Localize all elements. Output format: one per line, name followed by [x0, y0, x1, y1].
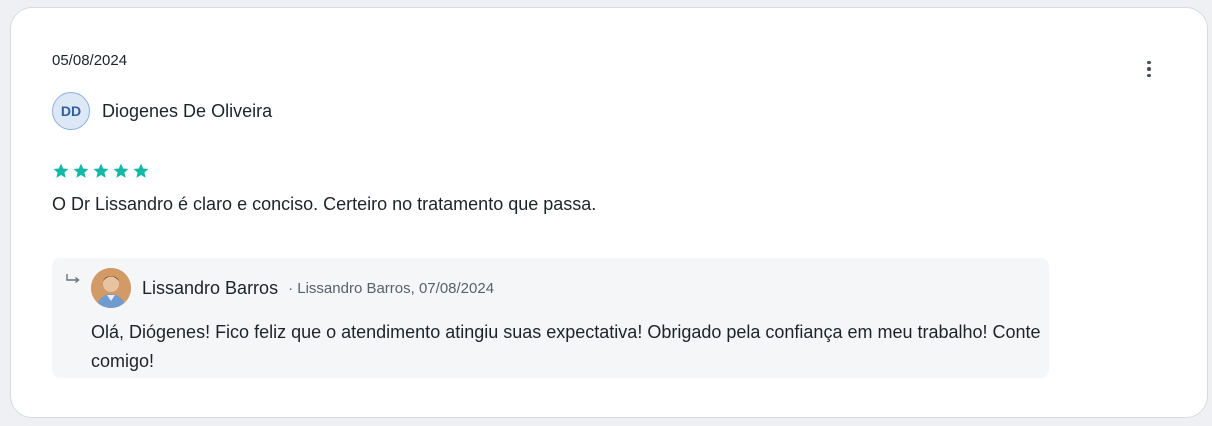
review-card: 05/08/2024 DD Diogenes De Oliveira O Dr …	[10, 7, 1208, 418]
doctor-reply: Lissandro Barros · Lissandro Barros, 07/…	[52, 258, 1049, 378]
author-avatar: DD	[52, 92, 90, 130]
reply-text: Olá, Diógenes! Fico feliz que o atendime…	[91, 322, 1041, 371]
review-date: 05/08/2024	[52, 52, 128, 69]
reply-meta: · Lissandro Barros, 07/08/2024	[288, 279, 495, 297]
menu-dot	[1147, 73, 1151, 78]
more-vertical-icon[interactable]	[1139, 58, 1159, 80]
star-icon	[93, 163, 109, 178]
reply-avatar	[91, 268, 131, 308]
reply-arrow-icon	[66, 274, 80, 284]
reply-author-name: Lissandro Barros	[142, 277, 279, 298]
reply-header: Lissandro Barros · Lissandro Barros, 07/…	[91, 268, 494, 308]
star-rating	[52, 162, 150, 180]
star-icon	[113, 163, 129, 178]
menu-dot	[1147, 67, 1151, 71]
star-icon	[133, 163, 149, 178]
review-text: O Dr Lissandro é claro e conciso. Certei…	[52, 194, 597, 214]
review-author: DD Diogenes De Oliveira	[52, 92, 272, 130]
star-icon	[53, 163, 69, 178]
author-name: Diogenes De Oliveira	[102, 100, 273, 121]
star-icon	[73, 163, 89, 178]
menu-dot	[1147, 60, 1151, 65]
